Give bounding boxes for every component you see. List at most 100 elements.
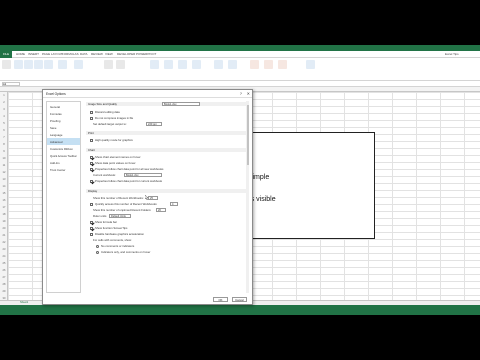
tab-page-layout[interactable]: PAGE LAYOUT: [42, 52, 63, 56]
formula-bar-checkbox[interactable]: [90, 220, 93, 224]
what-if-icon[interactable]: [228, 60, 237, 69]
flash-fill-icon[interactable]: [164, 60, 173, 69]
row-number[interactable]: 12: [0, 171, 8, 174]
current-workbook-dropdown[interactable]: Book1.xlsx: [124, 173, 162, 177]
nav-add-ins[interactable]: Add-Ins: [47, 159, 80, 166]
nav-save[interactable]: Save: [47, 124, 80, 131]
indicators-only-radio[interactable]: [96, 250, 99, 254]
row-number[interactable]: 19: [0, 220, 8, 223]
remove-duplicates-icon[interactable]: [178, 60, 187, 69]
discard-editing-row[interactable]: Discard editing data: [90, 110, 120, 114]
nav-general[interactable]: General: [47, 103, 80, 110]
tab-file[interactable]: FILE: [0, 51, 12, 58]
show-values-row[interactable]: Show data point values on hover: [90, 161, 136, 165]
nav-language[interactable]: Language: [47, 131, 80, 138]
row-number[interactable]: 24: [0, 255, 8, 258]
tab-powerpivot[interactable]: POWERPIVOT: [136, 52, 156, 56]
ungroup-icon[interactable]: [264, 60, 273, 69]
row-number[interactable]: 29: [0, 290, 8, 293]
disable-hw-checkbox[interactable]: [90, 232, 93, 236]
nav-quick-access-toolbar[interactable]: Quick Access Toolbar: [47, 152, 80, 159]
tab-developer[interactable]: DEVELOPER: [117, 52, 135, 56]
close-icon[interactable]: ✕: [247, 91, 250, 96]
name-box[interactable]: A1: [2, 82, 20, 86]
scrollbar-thumb[interactable]: [246, 105, 249, 165]
high-quality-checkbox[interactable]: [90, 138, 93, 142]
from-other-icon[interactable]: [44, 60, 53, 69]
no-compress-row[interactable]: Do not compress images in file: [90, 116, 133, 120]
properties-follow-current-checkbox[interactable]: [90, 179, 93, 183]
row-number[interactable]: 7: [0, 136, 8, 139]
show-names-row[interactable]: Show chart element names on hover: [90, 155, 141, 159]
nav-trust-center[interactable]: Trust Center: [47, 166, 80, 173]
row-number[interactable]: 14: [0, 185, 8, 188]
row-number[interactable]: 10: [0, 157, 8, 160]
tab-review[interactable]: REVIEW: [91, 52, 103, 56]
show-values-checkbox[interactable]: [90, 161, 93, 165]
row-number[interactable]: 20: [0, 227, 8, 230]
function-screentips-row[interactable]: Show function ScreenTips: [90, 226, 127, 230]
cancel-button[interactable]: Cancel: [232, 297, 247, 302]
tab-view[interactable]: VIEW: [105, 52, 113, 56]
row-number[interactable]: 11: [0, 164, 8, 167]
from-web-icon[interactable]: [24, 60, 33, 69]
nav-advanced[interactable]: Advanced: [47, 138, 80, 145]
nav-formulas[interactable]: Formulas: [47, 110, 80, 117]
row-number[interactable]: 6: [0, 129, 8, 132]
ppi-dropdown[interactable]: 220 ppi: [146, 122, 162, 126]
refresh-icon[interactable]: [74, 60, 83, 69]
row-number[interactable]: 9: [0, 150, 8, 153]
no-compress-checkbox[interactable]: [90, 116, 93, 120]
properties-follow-checkbox[interactable]: [90, 167, 93, 171]
function-screentips-checkbox[interactable]: [90, 226, 93, 230]
row-number[interactable]: 22: [0, 241, 8, 244]
high-quality-row[interactable]: High quality mode for graphics: [90, 138, 133, 142]
row-number[interactable]: 18: [0, 213, 8, 216]
row-number[interactable]: 27: [0, 276, 8, 279]
row-number[interactable]: 8: [0, 143, 8, 146]
row-number[interactable]: 2: [0, 101, 8, 104]
formula-bar-row[interactable]: Show formula bar: [90, 220, 117, 224]
consolidate-icon[interactable]: [214, 60, 223, 69]
from-text-icon[interactable]: [34, 60, 43, 69]
quick-access-checkbox[interactable]: [90, 202, 93, 206]
quick-access-spinner[interactable]: 4: [170, 202, 178, 206]
row-number[interactable]: 16: [0, 199, 8, 202]
quick-access-row[interactable]: Quickly access this number of Recent Wor…: [90, 202, 157, 206]
nav-customize-ribbon[interactable]: Customize Ribbon: [47, 145, 80, 152]
existing-connections-icon[interactable]: [58, 60, 67, 69]
row-number[interactable]: 4: [0, 115, 8, 118]
recent-workbooks-spinner[interactable]: 25: [148, 196, 158, 200]
row-number[interactable]: 28: [0, 283, 8, 286]
ruler-units-dropdown[interactable]: Default Units: [109, 214, 131, 218]
tab-insert[interactable]: INSERT: [28, 52, 39, 56]
filter-icon[interactable]: [116, 60, 125, 69]
group-icon[interactable]: [250, 60, 259, 69]
sheet-tab[interactable]: Sheet1: [20, 301, 28, 304]
from-access-icon[interactable]: [14, 60, 23, 69]
disable-hw-row[interactable]: Disable hardware graphics acceleration: [90, 232, 144, 236]
indicators-only-row[interactable]: Indicators only, and comments on hover: [96, 250, 150, 254]
options-scrollbar[interactable]: [246, 101, 249, 293]
solver-icon[interactable]: [306, 60, 315, 69]
paste-icon[interactable]: [2, 60, 11, 69]
discard-editing-checkbox[interactable]: [90, 110, 93, 114]
show-names-checkbox[interactable]: [90, 155, 93, 159]
row-number[interactable]: 26: [0, 269, 8, 272]
row-number[interactable]: 3: [0, 108, 8, 111]
row-number[interactable]: 21: [0, 234, 8, 237]
row-number[interactable]: 13: [0, 178, 8, 181]
row-number[interactable]: 23: [0, 248, 8, 251]
ok-button[interactable]: OK: [213, 297, 228, 302]
tab-data[interactable]: DATA: [80, 52, 88, 56]
help-icon[interactable]: ?: [240, 91, 242, 96]
comments-option-row[interactable]: No comments or indicators: [96, 244, 134, 248]
unpinned-folders-spinner[interactable]: 20: [156, 208, 166, 212]
properties-follow-current-row[interactable]: Properties follow chart data point for c…: [90, 179, 162, 183]
row-number[interactable]: 17: [0, 206, 8, 209]
nav-proofing[interactable]: Proofing: [47, 117, 80, 124]
row-number[interactable]: 15: [0, 192, 8, 195]
sort-icon[interactable]: [104, 60, 113, 69]
tab-home[interactable]: HOME: [16, 52, 25, 56]
tab-formulas[interactable]: FORMULAS: [62, 52, 79, 56]
